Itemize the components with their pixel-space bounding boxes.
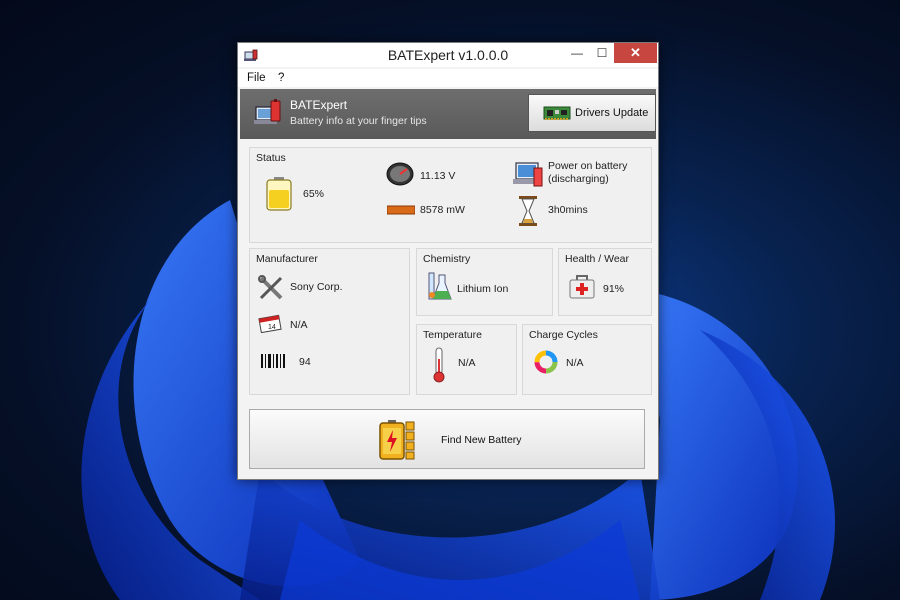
temperature-value: N/A bbox=[458, 357, 476, 369]
tools-icon bbox=[258, 275, 283, 300]
manufacturer-name: Sony Corp. bbox=[290, 281, 343, 293]
temperature-group: Temperature N/A bbox=[416, 324, 517, 395]
banner-subtitle: Battery info at your finger tips bbox=[290, 115, 427, 127]
laptop-icon bbox=[513, 162, 543, 187]
temperature-title: Temperature bbox=[423, 329, 482, 341]
menu-file[interactable]: File bbox=[247, 72, 266, 84]
app-window: BATExpert v1.0.0.0 — ☐ ✕ File ? BATExper… bbox=[237, 42, 659, 480]
time-remaining: 3h0mins bbox=[548, 204, 588, 216]
battery-stack-icon bbox=[379, 420, 415, 460]
chemistry-group: Chemistry Lithium Ion bbox=[416, 248, 553, 316]
chemistry-title: Chemistry bbox=[423, 253, 471, 265]
drivers-update-label: Drivers Update bbox=[575, 107, 649, 119]
manufacture-date: N/A bbox=[290, 319, 308, 331]
health-title: Health / Wear bbox=[565, 253, 629, 265]
battery-power: 8578 mW bbox=[420, 204, 465, 216]
battery-charge: 65% bbox=[303, 188, 325, 200]
charge-cycles-group: Charge Cycles N/A bbox=[522, 324, 652, 395]
health-group: Health / Wear 91% bbox=[558, 248, 652, 316]
battery-icon bbox=[266, 177, 292, 211]
header-banner: BATExpert Battery info at your finger ti… bbox=[240, 89, 656, 139]
serial-number: 94 bbox=[299, 356, 311, 368]
thermometer-icon bbox=[433, 347, 445, 383]
hourglass-icon bbox=[519, 196, 537, 226]
status-group: Status 65% 11.13 V 8578 mW Power on batt… bbox=[249, 147, 652, 243]
maximize-button[interactable]: ☐ bbox=[591, 43, 613, 63]
battery-laptop-icon bbox=[254, 99, 281, 124]
manufacturer-group: Manufacturer Sony Corp. 14 N/A 94 bbox=[249, 248, 410, 395]
battery-voltage: 11.13 V bbox=[420, 170, 456, 182]
menu-bar: File ? bbox=[238, 69, 658, 87]
charge-cycles-value: N/A bbox=[566, 357, 584, 369]
health-value: 91% bbox=[603, 283, 625, 295]
calendar-icon: 14 bbox=[258, 314, 282, 333]
medkit-icon bbox=[569, 275, 595, 299]
title-bar[interactable]: BATExpert v1.0.0.0 — ☐ ✕ bbox=[238, 43, 658, 67]
barcode-icon bbox=[261, 354, 285, 368]
chemistry-value: Lithium Ion bbox=[457, 283, 509, 295]
banner-title: BATExpert bbox=[290, 98, 348, 112]
status-title: Status bbox=[256, 152, 286, 164]
power-bar-icon bbox=[387, 205, 415, 215]
manufacturer-title: Manufacturer bbox=[256, 253, 318, 265]
svg-text:14: 14 bbox=[268, 324, 276, 331]
menu-help[interactable]: ? bbox=[278, 72, 284, 84]
cycle-ring-icon bbox=[534, 350, 558, 374]
circuit-board-icon bbox=[543, 106, 571, 120]
power-state: Power on battery bbox=[548, 160, 628, 172]
flask-icon bbox=[428, 272, 452, 300]
find-new-battery-label: Find New Battery bbox=[441, 434, 522, 446]
power-state-detail: (discharging) bbox=[548, 173, 609, 185]
gauge-icon bbox=[386, 162, 414, 186]
drivers-update-button[interactable]: Drivers Update bbox=[528, 94, 656, 132]
minimize-button[interactable]: — bbox=[566, 43, 588, 63]
close-button[interactable]: ✕ bbox=[614, 43, 657, 63]
charge-cycles-title: Charge Cycles bbox=[529, 329, 598, 341]
find-new-battery-button[interactable]: Find New Battery bbox=[249, 409, 645, 469]
